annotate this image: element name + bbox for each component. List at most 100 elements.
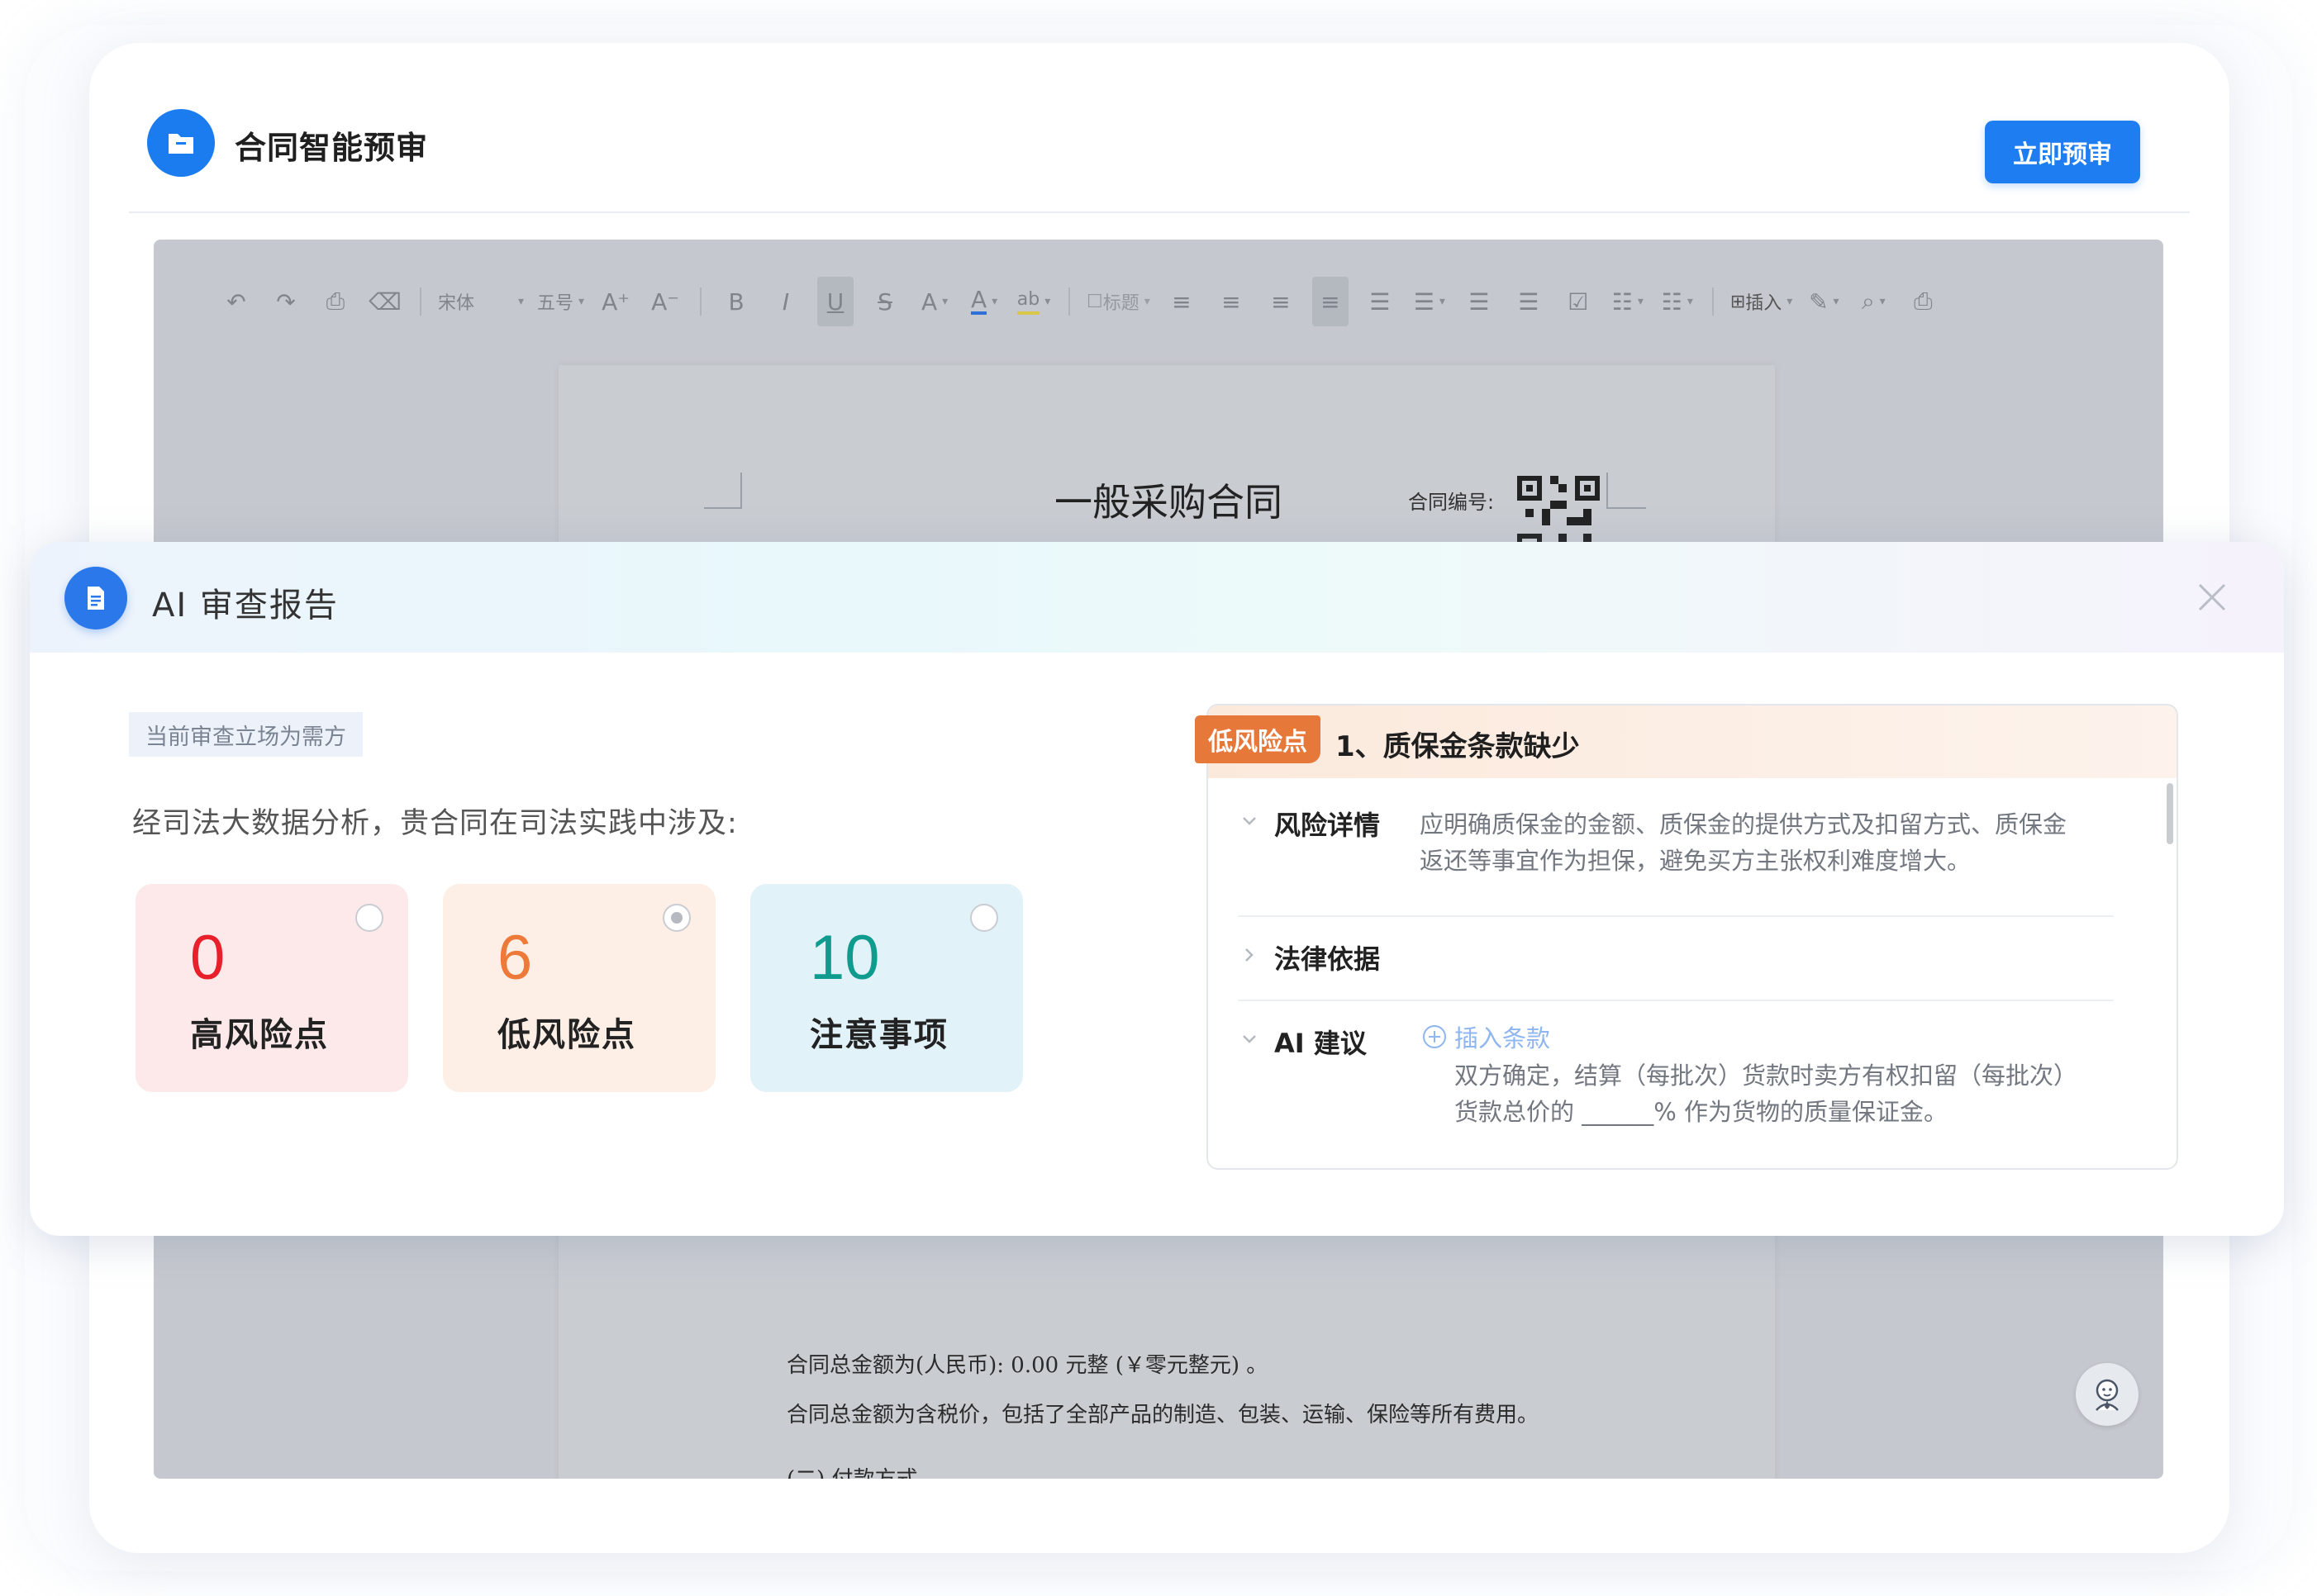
- heading-select[interactable]: ☐ 标题 ▾: [1080, 277, 1157, 326]
- stat-label: 注意事项: [810, 1016, 949, 1054]
- risk-level-badge: 低风险点: [1195, 715, 1320, 763]
- ai-report-dialog: AI 审查报告 当前审查立场为需方 经司法大数据分析，贵合同在司法实践中涉及: …: [30, 542, 2284, 1236]
- font-size-select[interactable]: 五号 ▾: [530, 277, 591, 326]
- toolbar-separator: [420, 287, 421, 316]
- contract-number-label: 合同编号:: [1408, 491, 1495, 514]
- risk-header: 1、质保金条款缺少: [1208, 705, 2177, 778]
- stat-value: 0: [190, 923, 226, 993]
- chevron-down-icon: ▾: [1687, 295, 1693, 308]
- low-risk-card[interactable]: 6 低风险点: [443, 884, 716, 1092]
- radio-button[interactable]: [355, 904, 383, 932]
- stance-tag: 当前审查立场为需方: [129, 712, 363, 757]
- risk-detail-label[interactable]: 风险详情: [1274, 805, 1380, 843]
- paragraph-before-icon[interactable]: ☰: [1454, 277, 1504, 326]
- underline-button[interactable]: U: [817, 277, 854, 326]
- strikethrough-button[interactable]: S: [860, 277, 910, 326]
- chevron-down-icon[interactable]: [1238, 810, 1261, 833]
- chevron-down-icon: ▾: [942, 295, 949, 308]
- analysis-text: 经司法大数据分析，贵合同在司法实践中涉及:: [132, 807, 738, 840]
- header-divider: [129, 211, 2190, 213]
- risk-detail-text: 应明确质保金的金额、质保金的提供方式及扣留方式、质保金 返还等事宜作为担保，避免…: [1420, 806, 2067, 879]
- chevron-down-icon: ▾: [517, 295, 524, 308]
- font-color-label: A: [970, 286, 987, 315]
- chevron-down-icon: ▾: [1879, 295, 1886, 308]
- chevron-down-icon: ▾: [1044, 295, 1051, 308]
- risk-title: 1、质保金条款缺少: [1335, 730, 1580, 763]
- highlight-button[interactable]: ab ▾: [1009, 277, 1059, 326]
- radio-button[interactable]: [663, 904, 691, 932]
- document-line: 合同总金额为(人民币): 0.00 元整 (￥零元整元) 。: [787, 1353, 1268, 1378]
- font-size-value: 五号: [537, 293, 574, 314]
- line-spacing-icon[interactable]: ☰: [1355, 277, 1405, 326]
- indent-icon[interactable]: ☰ ▾: [1405, 277, 1454, 326]
- toolbar-separator: [1068, 287, 1071, 316]
- shrink-font-button[interactable]: A⁻: [640, 277, 690, 326]
- chevron-down-icon: ▾: [1144, 295, 1150, 308]
- highlight-label: ab: [1016, 288, 1040, 315]
- search-icon[interactable]: ⌕ ▾: [1848, 277, 1898, 326]
- high-risk-card[interactable]: 0 高风险点: [136, 884, 408, 1092]
- assistant-avatar-icon[interactable]: [2076, 1363, 2139, 1426]
- close-icon[interactable]: [2193, 578, 2231, 616]
- text-style-label: A: [921, 287, 938, 316]
- chevron-down-icon: ▾: [578, 295, 585, 308]
- chevron-down-icon: ▾: [1637, 295, 1644, 308]
- ai-advice-line: 双方确定，结算（每批次）货款时卖方有权扣留（每批次）: [1454, 1062, 2078, 1090]
- font-color-button[interactable]: A ▾: [959, 277, 1009, 326]
- document-icon: [64, 567, 127, 629]
- editor-toolbar: ↶ ↷ ⎙ ⌫ 宋体 ▾ 五号 ▾ A⁺ A⁻ B I U S A ▾ A ▾ ab ▾ …: [154, 240, 2163, 363]
- report-header: AI 审查报告: [30, 542, 2284, 653]
- ai-advice-text: 双方确定，结算（每批次）货款时卖方有权扣留（每批次） 货款总价的 ______%…: [1454, 1057, 2077, 1130]
- bullet-list-icon[interactable]: ☷ ▾: [1603, 277, 1653, 326]
- bold-button[interactable]: B: [711, 277, 761, 326]
- numbered-list-icon[interactable]: ☷ ▾: [1653, 277, 1702, 326]
- stat-value: 6: [497, 923, 533, 993]
- stat-label: 低风险点: [497, 1016, 636, 1054]
- undo-icon[interactable]: ↶: [212, 277, 261, 326]
- risk-detail-panel: 1、质保金条款缺少 风险详情 应明确质保金的金额、质保金的提供方式及扣留方式、质…: [1206, 704, 2178, 1170]
- ai-advice-line: 货款总价的 ______% 作为货物的质量保证金。: [1454, 1098, 1948, 1126]
- app-title: 合同智能预审: [235, 130, 429, 166]
- tools-icon[interactable]: ✎ ▾: [1799, 277, 1848, 326]
- report-title: AI 审查报告: [152, 587, 339, 625]
- align-right-icon[interactable]: ≡: [1256, 277, 1306, 326]
- redo-icon[interactable]: ↷: [261, 277, 311, 326]
- align-center-icon[interactable]: ≡: [1206, 277, 1256, 326]
- toolbar-separator: [1711, 287, 1714, 316]
- chevron-right-icon[interactable]: [1238, 943, 1261, 967]
- ai-advice-label: AI 建议: [1274, 1028, 1367, 1059]
- chevron-down-icon: ▾: [992, 295, 998, 308]
- chevron-down-icon: ▾: [1439, 295, 1445, 308]
- folder-icon: [147, 109, 215, 177]
- risk-detail-line: 返还等事宜作为担保，避免买方主张权利难度增大。: [1420, 847, 1972, 875]
- font-family-value: 宋体: [438, 293, 475, 314]
- section-divider: [1238, 915, 2114, 917]
- eraser-icon[interactable]: ⌫: [360, 277, 410, 326]
- align-left-icon[interactable]: ≡: [1157, 277, 1206, 326]
- grow-font-button[interactable]: A⁺: [591, 277, 640, 326]
- format-painter-icon[interactable]: ⎙: [311, 277, 360, 326]
- text-style-button[interactable]: A ▾: [910, 277, 959, 326]
- radio-button[interactable]: [970, 904, 998, 932]
- document-line: (二) 付款方式: [787, 1462, 918, 1479]
- chevron-down-icon: ▾: [1787, 295, 1793, 308]
- start-preview-button[interactable]: 立即预审: [1985, 121, 2140, 183]
- insert-menu-label: 插入: [1745, 293, 1782, 314]
- insert-clause-link[interactable]: 插入条款: [1421, 1019, 1550, 1054]
- chevron-down-icon: ▾: [1833, 295, 1839, 308]
- scrollbar[interactable]: [2167, 783, 2173, 844]
- risk-detail-line: 应明确质保金的金额、质保金的提供方式及扣留方式、质保金: [1420, 810, 2067, 838]
- checkbox-list-icon[interactable]: ☑: [1553, 277, 1603, 326]
- font-family-select[interactable]: 宋体 ▾: [431, 277, 530, 326]
- legal-basis-label[interactable]: 法律依据: [1274, 938, 1380, 976]
- align-justify-icon[interactable]: ≡: [1311, 277, 1349, 326]
- insert-menu[interactable]: ⊞ 插入 ▾: [1724, 277, 1799, 326]
- attention-items-card[interactable]: 10 注意事项: [750, 884, 1023, 1092]
- italic-button[interactable]: I: [761, 277, 811, 326]
- print-icon[interactable]: ⎙: [1898, 277, 1948, 326]
- toolbar-separator: [700, 287, 702, 316]
- document-title: 一般采购合同: [1054, 480, 1282, 525]
- chevron-down-icon[interactable]: [1238, 1028, 1261, 1051]
- paragraph-after-icon[interactable]: ☰: [1504, 277, 1553, 326]
- page-corner-mark: [1606, 473, 1646, 509]
